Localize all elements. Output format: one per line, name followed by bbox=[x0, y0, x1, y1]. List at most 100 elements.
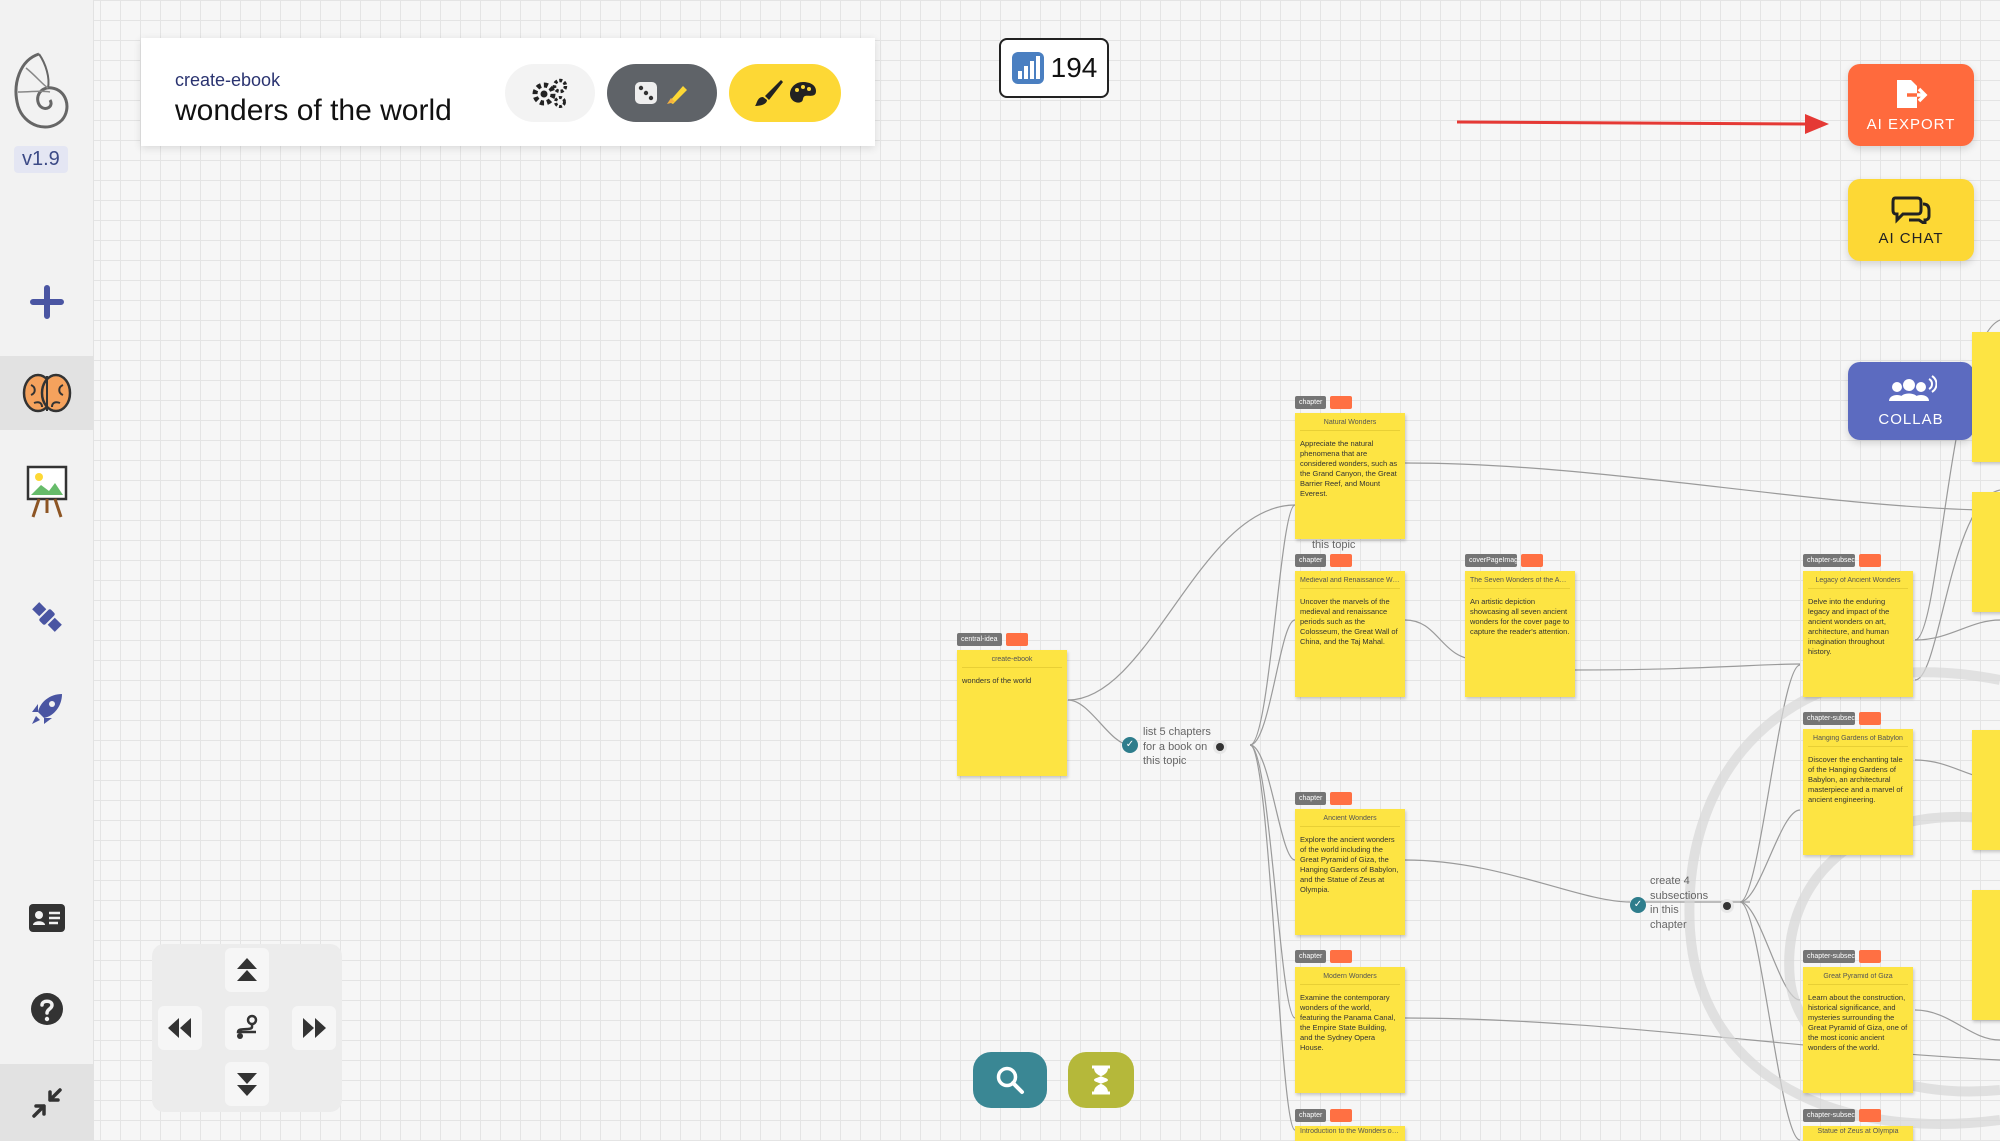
palette-icon bbox=[790, 82, 816, 103]
prompt-label-chapters[interactable]: list 5 chapters for a book on this topic bbox=[1143, 725, 1217, 769]
pan-left-button[interactable] bbox=[158, 1006, 202, 1050]
edit-icon[interactable] bbox=[1330, 950, 1353, 963]
prompt-done-check-icon: ✓ bbox=[1122, 737, 1138, 753]
settings-button[interactable] bbox=[505, 64, 595, 122]
node-title: The Seven Wonders of the Ancie... bbox=[1470, 577, 1570, 589]
central-idea-node[interactable]: create-ebook wonders of the world bbox=[957, 650, 1067, 776]
ai-chat-label: AI CHAT bbox=[1878, 229, 1944, 247]
node-body: Explore the ancient wonders of the world… bbox=[1300, 835, 1399, 894]
prompt-label-subsections[interactable]: create 4 subsections in this chapter bbox=[1650, 874, 1714, 932]
chapter-node-modern-wonders[interactable]: Modern Wonders Examine the contemporary … bbox=[1295, 967, 1405, 1093]
nautilus-logo-icon bbox=[14, 52, 69, 129]
subsection-node-babylon[interactable]: Hanging Gardens of Babylon Discover the … bbox=[1803, 729, 1913, 855]
node-tag-zeus: chapter-subsection bbox=[1803, 1109, 1881, 1122]
prompt-output-dot[interactable] bbox=[1216, 743, 1224, 751]
node-title: Legacy of Ancient Wonders bbox=[1808, 577, 1908, 589]
offscreen-node[interactable] bbox=[1972, 332, 2000, 462]
chapter-node-ancient-wonders[interactable]: Ancient Wonders Explore the ancient wond… bbox=[1295, 809, 1405, 935]
random-write-button[interactable] bbox=[607, 64, 717, 122]
node-type-label: chapter bbox=[1295, 1109, 1327, 1122]
node-type-label: chapter-subsection bbox=[1803, 950, 1855, 963]
edit-icon[interactable] bbox=[1521, 554, 1543, 567]
edit-icon[interactable] bbox=[1859, 712, 1881, 725]
red-arrow-annotation bbox=[1456, 114, 1829, 134]
node-tag-medieval: chapter bbox=[1295, 554, 1353, 567]
edit-icon[interactable] bbox=[1330, 1109, 1353, 1122]
brain-icon bbox=[22, 373, 72, 413]
edit-icon[interactable] bbox=[1005, 633, 1028, 646]
ai-export-button[interactable]: AI EXPORT bbox=[1848, 64, 1974, 146]
node-title: Natural Wonders bbox=[1300, 419, 1400, 431]
version-badge: v1.9 bbox=[14, 146, 68, 173]
edit-icon[interactable] bbox=[1330, 554, 1353, 567]
node-tag-pyramid: chapter-subsection bbox=[1803, 950, 1881, 963]
pan-right-button[interactable] bbox=[292, 1006, 336, 1050]
question-circle-icon bbox=[31, 993, 63, 1025]
route-center-button[interactable] bbox=[225, 1006, 269, 1050]
node-body: Examine the contemporary wonders of the … bbox=[1300, 993, 1396, 1052]
users-broadcast-icon bbox=[1889, 374, 1937, 401]
help-button[interactable] bbox=[0, 984, 94, 1034]
offscreen-node[interactable] bbox=[1972, 492, 2000, 612]
node-title: Statue of Zeus at Olympia bbox=[1817, 1128, 1899, 1135]
chapter-node-medieval[interactable]: Medieval and Renaissance Won... Uncover … bbox=[1295, 571, 1405, 697]
edit-icon[interactable] bbox=[1330, 396, 1353, 409]
node-title: Ancient Wonders bbox=[1300, 815, 1400, 827]
counter-value: 194 bbox=[1050, 52, 1098, 83]
brain-button[interactable] bbox=[0, 356, 94, 430]
node-type-label: chapter bbox=[1295, 554, 1327, 567]
history-button[interactable] bbox=[1068, 1052, 1134, 1108]
node-body: Delve into the enduring legacy and impac… bbox=[1808, 597, 1890, 656]
writing-hand-icon bbox=[667, 86, 687, 104]
node-body: Discover the enchanting tale of the Hang… bbox=[1808, 755, 1903, 804]
node-type-label: chapter bbox=[1295, 792, 1327, 805]
compress-arrows-icon bbox=[32, 1087, 62, 1118]
edit-icon[interactable] bbox=[1859, 1109, 1881, 1122]
collab-button[interactable]: COLLAB bbox=[1848, 362, 1974, 440]
offscreen-node[interactable] bbox=[1972, 730, 2000, 850]
chat-bubbles-icon bbox=[1891, 196, 1931, 224]
node-tag-babylon: chapter-subsection bbox=[1803, 712, 1881, 725]
cover-image-node[interactable]: The Seven Wonders of the Ancie... An art… bbox=[1465, 571, 1575, 697]
prompt-done-check-icon: ✓ bbox=[1630, 897, 1646, 913]
document-header: create-ebook wonders of the world bbox=[141, 38, 875, 146]
usage-counter[interactable]: 194 bbox=[999, 38, 1109, 98]
node-body: Uncover the marvels of the medieval and … bbox=[1300, 597, 1398, 646]
pan-down-button[interactable] bbox=[225, 1062, 269, 1106]
node-type-label: chapter-subsection bbox=[1803, 554, 1855, 567]
search-button[interactable] bbox=[973, 1052, 1047, 1108]
add-button[interactable] bbox=[0, 276, 94, 328]
offscreen-node[interactable] bbox=[1972, 890, 2000, 1020]
contact-card-button[interactable] bbox=[0, 894, 94, 942]
pan-up-button[interactable] bbox=[225, 948, 269, 992]
collapse-button[interactable] bbox=[0, 1064, 94, 1141]
chapter-node-introduction[interactable]: Introduction to the Wonders of t... bbox=[1295, 1126, 1405, 1141]
node-title: Introduction to the Wonders of t... bbox=[1300, 1128, 1400, 1135]
edit-icon[interactable] bbox=[1330, 792, 1353, 805]
edit-icon[interactable] bbox=[1859, 554, 1881, 567]
edit-icon[interactable] bbox=[1859, 950, 1881, 963]
easel-button[interactable] bbox=[0, 460, 94, 522]
paintbrush-icon bbox=[755, 80, 783, 106]
node-tag-intro: chapter bbox=[1295, 1109, 1353, 1122]
ai-chat-button[interactable]: AI CHAT bbox=[1848, 179, 1974, 261]
gears-icon bbox=[532, 78, 568, 108]
dice-icon bbox=[635, 82, 657, 104]
chapter-node-natural-wonders[interactable]: Natural Wonders Appreciate the natural p… bbox=[1295, 413, 1405, 539]
subsection-node-zeus[interactable]: Statue of Zeus at Olympia bbox=[1803, 1126, 1913, 1141]
document-title[interactable]: wonders of the world bbox=[175, 94, 452, 128]
signal-bars-icon bbox=[1011, 52, 1044, 84]
prompt-fragment: this topic bbox=[1312, 539, 1356, 551]
rocket-icon bbox=[32, 694, 62, 724]
node-title: Great Pyramid of Giza bbox=[1808, 973, 1908, 985]
satellite-button[interactable] bbox=[0, 592, 94, 642]
subsection-node-pyramid[interactable]: Great Pyramid of Giza Learn about the co… bbox=[1803, 967, 1913, 1093]
rocket-button[interactable] bbox=[0, 684, 94, 734]
node-body: An artistic depiction showcasing all sev… bbox=[1470, 597, 1570, 636]
node-type-label: central-idea bbox=[957, 633, 1002, 646]
theme-button[interactable] bbox=[729, 64, 841, 122]
prompt-output-dot[interactable] bbox=[1723, 902, 1731, 910]
navigation-pad bbox=[152, 944, 342, 1112]
node-type-label: chapter-subsection bbox=[1803, 1109, 1855, 1122]
subsection-node-legacy[interactable]: Legacy of Ancient Wonders Delve into the… bbox=[1803, 571, 1913, 697]
